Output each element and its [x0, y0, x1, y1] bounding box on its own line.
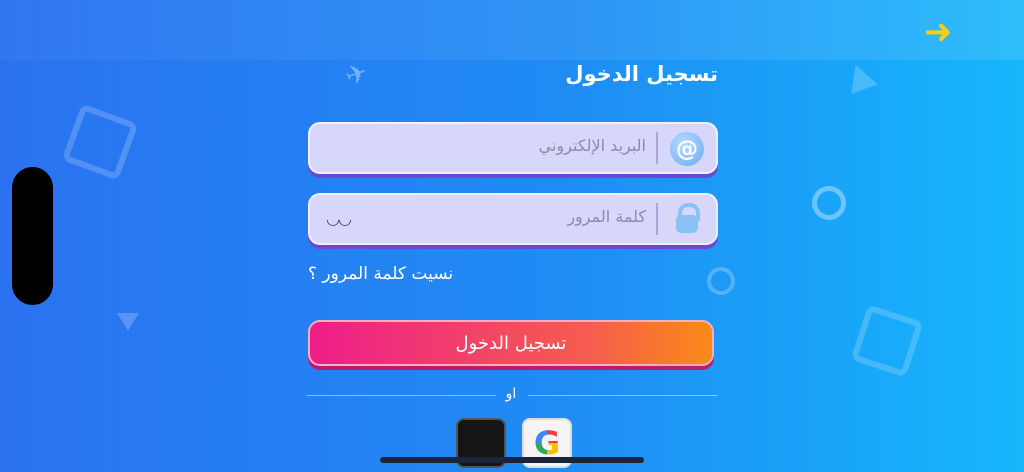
page-title: تسجيل الدخول [565, 62, 718, 86]
password-placeholder: كلمة المرور [567, 207, 646, 226]
decorative-circle-shape [707, 267, 735, 295]
password-field[interactable]: كلمة المرور ◡◡ [308, 193, 718, 245]
divider-line [306, 395, 496, 396]
divider-line [528, 395, 718, 396]
field-divider [656, 203, 658, 235]
eye-closed-icon[interactable]: ◡◡ [326, 209, 352, 228]
home-indicator[interactable] [380, 457, 644, 463]
login-button[interactable]: تسجيل الدخول [308, 320, 714, 366]
decorative-triangle-shape [842, 59, 878, 95]
email-placeholder: البريد الإلكتروني [538, 136, 646, 155]
or-label: او [505, 386, 517, 402]
decorative-triangle-shape [117, 313, 139, 331]
decorative-square-shape [61, 103, 139, 181]
decorative-square-shape [850, 304, 924, 378]
decorative-circle-shape [812, 186, 846, 220]
lock-icon [670, 203, 704, 237]
device-notch [12, 167, 53, 305]
top-bar [0, 0, 1024, 60]
at-sign-icon: @ [670, 132, 704, 166]
or-divider: او [306, 386, 718, 406]
field-divider [656, 132, 658, 164]
email-field[interactable]: @ البريد الإلكتروني [308, 122, 718, 174]
forgot-password-link[interactable]: نسيت كلمة المرور ؟ [308, 264, 453, 284]
back-arrow-icon[interactable]: ➜ [918, 14, 958, 50]
